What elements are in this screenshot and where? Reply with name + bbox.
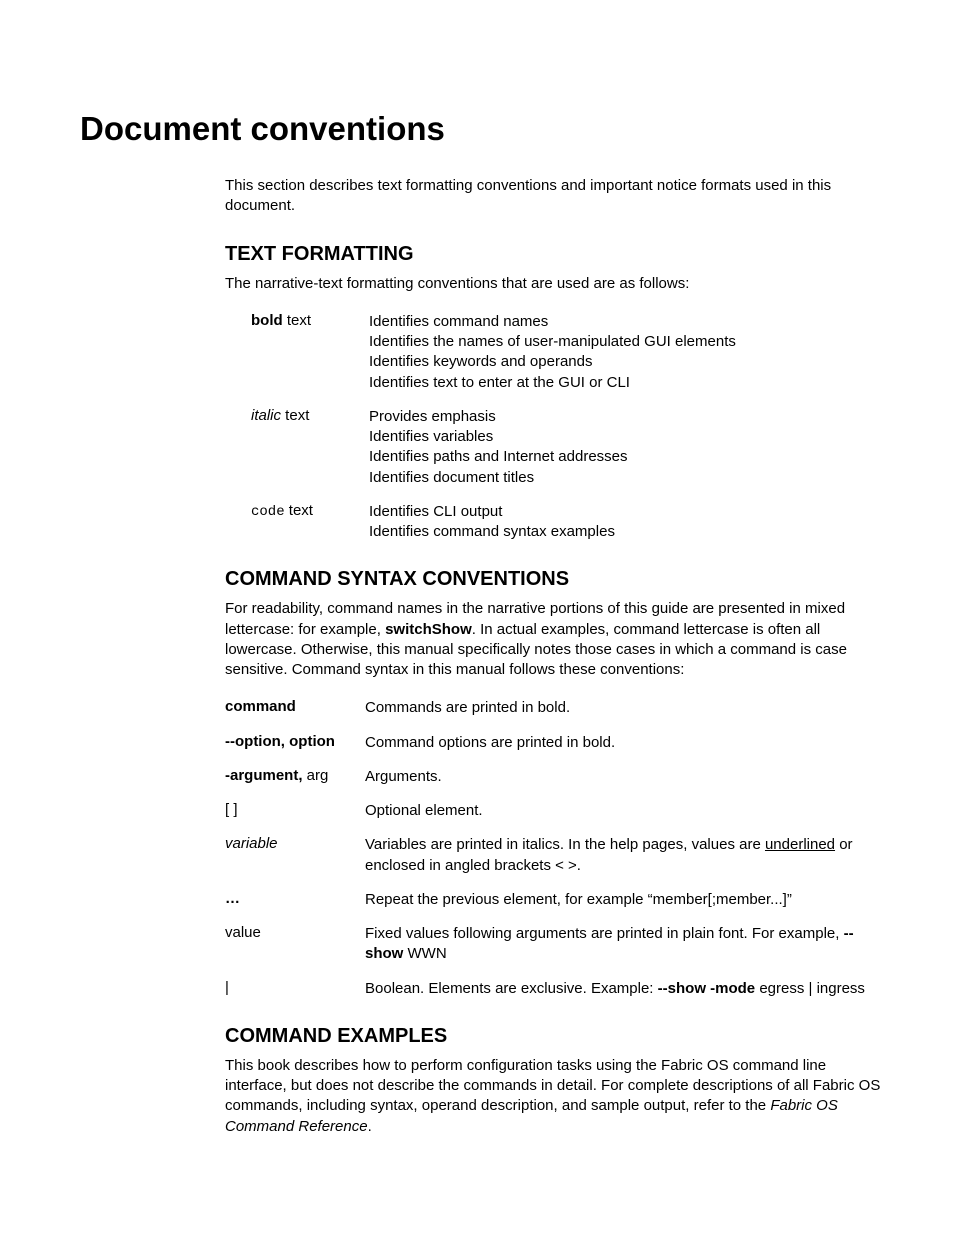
page-title: Document conventions	[80, 110, 884, 148]
section-heading-examples: COMMAND EXAMPLES	[225, 1025, 884, 1048]
syntax-key: -argument, arg	[225, 767, 365, 787]
section-heading-syntax: COMMAND SYNTAX CONVENTIONS	[225, 568, 884, 591]
format-val: Identifies CLI output Identifies command…	[369, 502, 884, 543]
line: Identifies the names of user-manipulated…	[369, 333, 736, 350]
syntax-row-brackets: [ ] Optional element.	[225, 801, 884, 821]
format-val: Provides emphasis Identifies variables I…	[369, 407, 884, 488]
syntax-val: Arguments.	[365, 767, 884, 787]
section-heading-text-formatting: TEXT FORMATTING	[225, 243, 884, 266]
syntax-key: …	[225, 890, 365, 910]
text: Fixed values following arguments are pri…	[365, 925, 844, 942]
format-row-bold: bold text Identifies command names Ident…	[251, 312, 884, 393]
line: Identifies text to enter at the GUI or C…	[369, 374, 630, 391]
format-key: bold text	[251, 312, 369, 393]
content: This section describes text formatting c…	[225, 176, 884, 1137]
syntax-val: Command options are printed in bold.	[365, 733, 884, 753]
syntax-row-command: command Commands are printed in bold.	[225, 698, 884, 718]
syntax-key: value	[225, 924, 365, 965]
text: WWN	[403, 945, 446, 962]
syntax-val: Commands are printed in bold.	[365, 698, 884, 718]
syntax-row-ellipsis: … Repeat the previous element, for examp…	[225, 890, 884, 910]
text: egress | ingress	[755, 980, 865, 997]
syntax-row-option: --option, option Command options are pri…	[225, 733, 884, 753]
format-row-code: code text Identifies CLI output Identifi…	[251, 502, 884, 543]
syntax-val: Boolean. Elements are exclusive. Example…	[365, 979, 884, 999]
syntax-row-value: value Fixed values following arguments a…	[225, 924, 884, 965]
line: Identifies CLI output	[369, 503, 502, 520]
text: Boolean. Elements are exclusive. Example…	[365, 980, 658, 997]
syntax-val: Repeat the previous element, for example…	[365, 890, 884, 910]
line: Identifies command syntax examples	[369, 523, 615, 540]
syntax-row-argument: -argument, arg Arguments.	[225, 767, 884, 787]
key-code: code	[251, 504, 285, 520]
key-tail: text	[285, 502, 313, 519]
line: Provides emphasis	[369, 408, 496, 425]
syntax-key: |	[225, 979, 365, 999]
format-key: italic text	[251, 407, 369, 488]
text: .	[368, 1118, 372, 1135]
key-tail: text	[283, 312, 311, 329]
line: Identifies keywords and operands	[369, 353, 592, 370]
key-italic: italic	[251, 407, 281, 424]
line: Identifies command names	[369, 313, 548, 330]
section-intro: For readability, command names in the na…	[225, 599, 884, 680]
text-underlined: underlined	[765, 836, 835, 853]
key-bold: -argument,	[225, 767, 303, 784]
page: Document conventions This section descri…	[0, 0, 954, 1215]
section-intro: The narrative-text formatting convention…	[225, 274, 884, 294]
text-bold: switchShow	[385, 621, 472, 638]
syntax-row-pipe: | Boolean. Elements are exclusive. Examp…	[225, 979, 884, 999]
section-paragraph: This book describes how to perform confi…	[225, 1056, 884, 1137]
text-bold: --show -mode	[658, 980, 756, 997]
syntax-key: variable	[225, 835, 365, 876]
line: Identifies paths and Internet addresses	[369, 448, 628, 465]
syntax-key: --option, option	[225, 733, 365, 753]
syntax-key: command	[225, 698, 365, 718]
syntax-key: [ ]	[225, 801, 365, 821]
key-bold: bold	[251, 312, 283, 329]
text: Variables are printed in italics. In the…	[365, 836, 765, 853]
key-tail: text	[281, 407, 309, 424]
format-row-italic: italic text Provides emphasis Identifies…	[251, 407, 884, 488]
intro-paragraph: This section describes text formatting c…	[225, 176, 884, 217]
syntax-val: Variables are printed in italics. In the…	[365, 835, 884, 876]
syntax-val: Fixed values following arguments are pri…	[365, 924, 884, 965]
line: Identifies document titles	[369, 469, 534, 486]
format-key: code text	[251, 502, 369, 543]
syntax-val: Optional element.	[365, 801, 884, 821]
line: Identifies variables	[369, 428, 493, 445]
format-val: Identifies command names Identifies the …	[369, 312, 884, 393]
key-tail: arg	[303, 767, 329, 784]
syntax-row-variable: variable Variables are printed in italic…	[225, 835, 884, 876]
